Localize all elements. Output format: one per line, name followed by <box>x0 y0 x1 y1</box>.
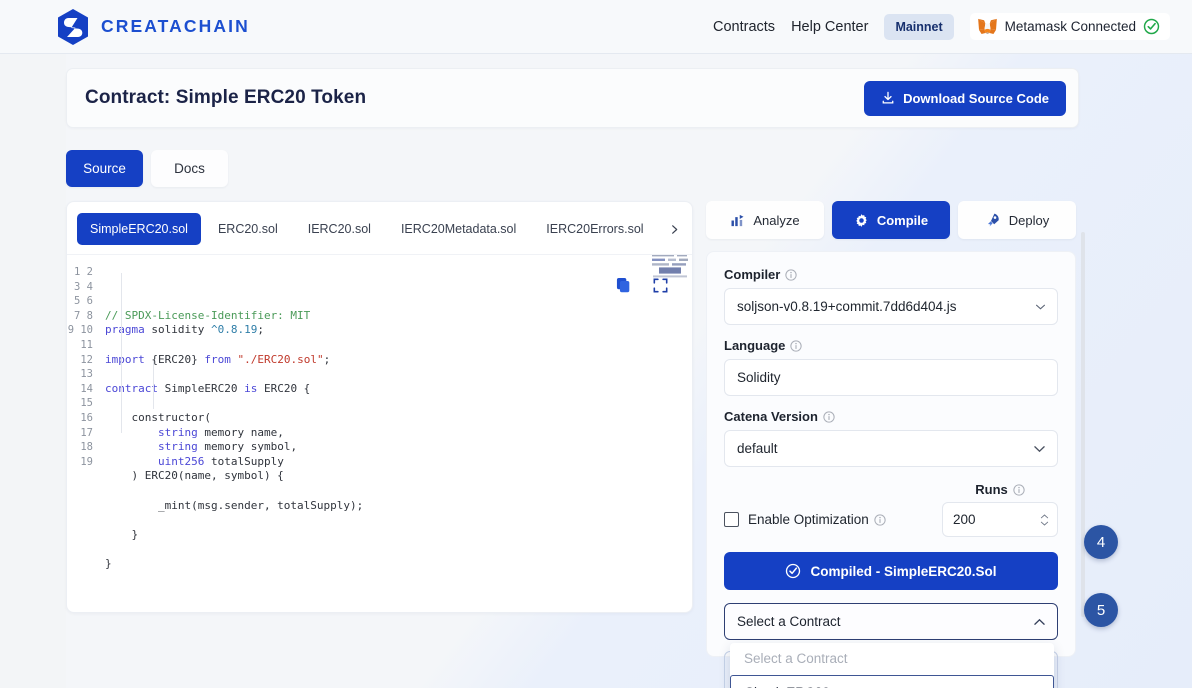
stepper-down-icon[interactable] <box>1040 521 1049 526</box>
tab-analyze[interactable]: Analyze <box>706 201 824 239</box>
contract-select[interactable]: Select a Contract <box>724 603 1058 640</box>
contract-select-block: Select a Contract Select a Contract Simp… <box>724 603 1058 688</box>
chevron-down-icon <box>1034 445 1045 452</box>
wallet-status-button[interactable]: Metamask Connected <box>969 13 1170 40</box>
code-action-icons <box>616 255 688 293</box>
contract-select-dropdown: Select a Contract SimpleERC20 <box>730 643 1054 688</box>
rocket-icon <box>987 213 999 227</box>
file-tab-ierc20errors[interactable]: IERC20Errors.sol <box>533 213 656 245</box>
tab-source[interactable]: Source <box>66 150 143 187</box>
runs-number-input[interactable]: 200 <box>942 502 1058 537</box>
code-hint-overlay-icon <box>652 255 688 278</box>
enable-optimization-text: Enable Optimization <box>748 512 869 527</box>
file-tabs-next-chevron-right-icon[interactable] <box>664 219 684 239</box>
gear-icon <box>856 213 867 227</box>
language-label-text: Language <box>724 338 786 353</box>
runs-control: Runs 200 <box>942 482 1058 537</box>
analyze-chart-icon <box>731 214 744 226</box>
contract-title-card: Contract: Simple ERC20 Token Download So… <box>66 68 1079 128</box>
optimization-control: Enable Optimization <box>724 512 886 537</box>
enable-optimization-label: Enable Optimization <box>748 512 886 527</box>
page-title: Contract: Simple ERC20 Token <box>85 87 367 108</box>
file-tab-simpleerc20[interactable]: SimpleERC20.sol <box>77 213 201 245</box>
mode-tab-group: Source Docs <box>66 150 1192 187</box>
nav-link-contracts[interactable]: Contracts <box>713 19 775 35</box>
panel-scrollbar[interactable] <box>1081 232 1085 617</box>
tab-compile[interactable]: Compile <box>832 201 950 239</box>
catena-version-label-text: Catena Version <box>724 409 818 424</box>
compiler-settings-panel: Compiler soljson-v0.8.19+commit.7dd6d404… <box>706 251 1076 688</box>
fullscreen-icon[interactable] <box>653 278 668 293</box>
line-number-gutter: 1 2 3 4 5 6 7 8 9 10 11 12 13 14 15 16 1… <box>67 266 93 468</box>
source-code[interactable]: // SPDX-License-Identifier: MIT pragma s… <box>101 265 692 612</box>
compile-button-label: Compiled - SimpleERC20.Sol <box>810 563 997 579</box>
step-badge-5[interactable]: 5 <box>1084 593 1118 627</box>
runs-stepper[interactable] <box>1040 513 1049 526</box>
info-icon[interactable] <box>874 513 886 526</box>
brand-name: CREATACHAIN <box>101 16 250 36</box>
download-button-label: Download Source Code <box>903 90 1049 106</box>
code-area[interactable]: 1 2 3 4 5 6 7 8 9 10 11 12 13 14 15 16 1… <box>67 255 692 612</box>
contract-select-value: Select a Contract <box>737 614 841 629</box>
tab-deploy[interactable]: Deploy <box>958 201 1076 239</box>
compiler-field-label: Compiler <box>724 267 1058 282</box>
contract-option-placeholder[interactable]: Select a Contract <box>730 643 1054 673</box>
wallet-status-label: Metamask Connected <box>1004 19 1136 34</box>
compiler-label-text: Compiler <box>724 267 781 282</box>
download-source-code-button[interactable]: Download Source Code <box>864 80 1066 116</box>
top-navigation-bar: CREATACHAIN Contracts Help Center Mainne… <box>0 0 1192 54</box>
info-icon[interactable] <box>785 268 798 281</box>
chevron-up-icon <box>1034 618 1045 625</box>
runs-value: 200 <box>953 512 976 527</box>
main-content: SimpleERC20.sol ERC20.sol IERC20.sol IER… <box>66 201 1076 688</box>
optimization-row: Enable Optimization Runs 200 <box>724 482 1058 537</box>
action-tab-group: Analyze Compile Deploy <box>706 201 1076 239</box>
file-tab-erc20[interactable]: ERC20.sol <box>205 213 291 245</box>
file-tab-group: SimpleERC20.sol ERC20.sol IERC20.sol IER… <box>67 202 692 255</box>
top-nav-links: Contracts Help Center Mainnet Metamask C… <box>713 13 1170 40</box>
info-icon[interactable] <box>1013 483 1025 496</box>
language-value: Solidity <box>737 370 781 385</box>
download-icon <box>882 91 894 104</box>
metamask-fox-icon <box>977 18 997 35</box>
tab-deploy-label: Deploy <box>1008 212 1050 228</box>
runs-label-text: Runs <box>975 482 1008 497</box>
compiler-version-value: soljson-v0.8.19+commit.7dd6d404.js <box>737 299 957 314</box>
catena-version-field-label: Catena Version <box>724 409 1058 424</box>
language-field-label: Language <box>724 338 1058 353</box>
nav-link-help-center[interactable]: Help Center <box>791 19 868 35</box>
code-editor-card: SimpleERC20.sol ERC20.sol IERC20.sol IER… <box>66 201 693 613</box>
catena-version-value: default <box>737 441 778 456</box>
contract-option-simpleerc20[interactable]: SimpleERC20 <box>730 675 1054 688</box>
network-chip-mainnet[interactable]: Mainnet <box>884 13 954 40</box>
file-tab-ierc20[interactable]: IERC20.sol <box>295 213 384 245</box>
info-icon[interactable] <box>823 410 835 423</box>
brand-logo-link[interactable]: CREATACHAIN <box>56 8 250 46</box>
chevron-down-icon <box>1035 304 1046 310</box>
compile-button[interactable]: Compiled - SimpleERC20.Sol <box>724 552 1058 590</box>
runs-label: Runs <box>942 482 1058 497</box>
page-left-edge <box>0 0 66 688</box>
tool-panel: Analyze Compile Deploy Compiler soljson-… <box>706 201 1076 688</box>
check-circle-icon <box>786 563 801 579</box>
language-input[interactable]: Solidity <box>724 359 1058 396</box>
creatachain-hex-logo-icon <box>58 8 88 45</box>
file-tab-ierc20metadata[interactable]: IERC20Metadata.sol <box>388 213 529 245</box>
check-circle-icon <box>1143 18 1160 35</box>
stepper-up-icon[interactable] <box>1040 513 1049 519</box>
tab-compile-label: Compile <box>876 212 929 228</box>
tab-analyze-label: Analyze <box>753 212 800 228</box>
compiler-version-select[interactable]: soljson-v0.8.19+commit.7dd6d404.js <box>724 288 1058 325</box>
copy-icon[interactable] <box>616 277 631 293</box>
tab-docs[interactable]: Docs <box>151 150 228 187</box>
catena-version-select[interactable]: default <box>724 430 1058 467</box>
enable-optimization-checkbox[interactable] <box>724 512 739 527</box>
step-badge-4[interactable]: 4 <box>1084 525 1118 559</box>
info-icon[interactable] <box>790 339 803 352</box>
